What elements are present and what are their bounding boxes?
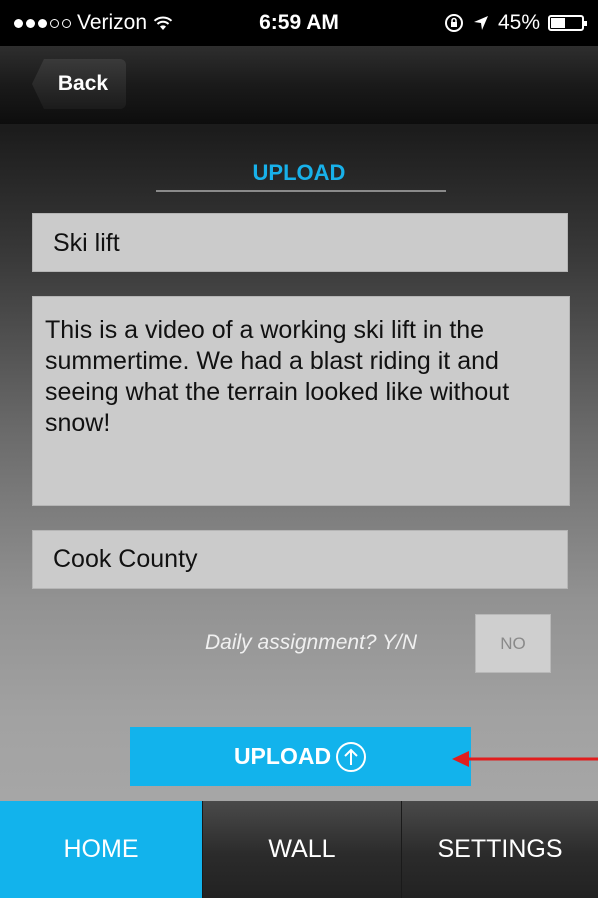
- battery-level: [551, 18, 566, 28]
- status-right-group: 45%: [444, 11, 587, 35]
- battery-icon: [548, 15, 587, 31]
- battery-percent: 45%: [497, 11, 540, 34]
- description-field[interactable]: This is a video of a working ski lift in…: [32, 296, 570, 506]
- location-field[interactable]: Cook County: [32, 530, 568, 589]
- upload-button-label: UPLOAD: [233, 743, 332, 769]
- annotation-arrow-icon: [452, 751, 598, 767]
- upload-button[interactable]: UPLOAD: [130, 727, 471, 786]
- navigation-bar: Back: [0, 46, 598, 124]
- tab-wall[interactable]: WALL: [202, 801, 401, 898]
- tab-settings[interactable]: SETTINGS: [401, 801, 598, 898]
- daily-assignment-label: Daily assignment? Y/N: [205, 631, 418, 654]
- page-title: UPLOAD: [252, 160, 346, 185]
- title-field[interactable]: Ski lift: [32, 213, 568, 272]
- title-divider: [156, 190, 446, 192]
- status-bar: Verizon 6:59 AM 45%: [0, 0, 598, 46]
- daily-assignment-toggle[interactable]: NO: [475, 614, 551, 673]
- location-arrow-icon: [473, 16, 488, 30]
- upload-arrow-circle-icon: [336, 741, 367, 772]
- tab-home[interactable]: HOME: [0, 801, 202, 898]
- tab-bar: HOME WALL SETTINGS: [0, 801, 598, 898]
- rotation-lock-icon: [444, 14, 463, 32]
- screen: Verizon 6:59 AM 45% Back UPLOAD Ski lift…: [0, 0, 598, 898]
- back-button[interactable]: Back: [32, 59, 126, 109]
